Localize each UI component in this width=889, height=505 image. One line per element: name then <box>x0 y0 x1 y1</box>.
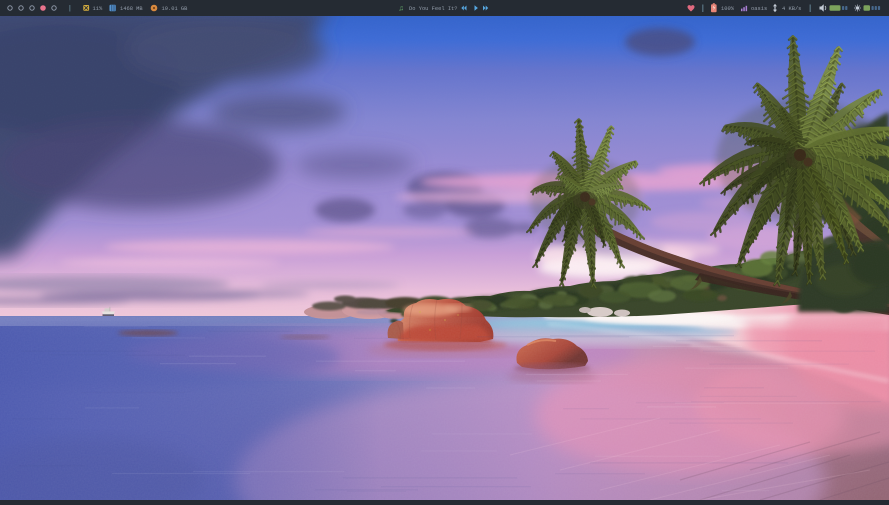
svg-text:Do You Feel It?: Do You Feel It? <box>409 6 458 12</box>
svg-text:4 KB/s: 4 KB/s <box>782 6 801 12</box>
svg-text:1468 MB: 1468 MB <box>120 6 143 12</box>
svg-text:oasis: oasis <box>751 6 767 12</box>
svg-text:100%: 100% <box>721 6 735 12</box>
svg-text:♫: ♫ <box>399 6 403 14</box>
svg-text:11%: 11% <box>93 6 103 12</box>
svg-text:19.01 GB: 19.01 GB <box>162 6 189 12</box>
